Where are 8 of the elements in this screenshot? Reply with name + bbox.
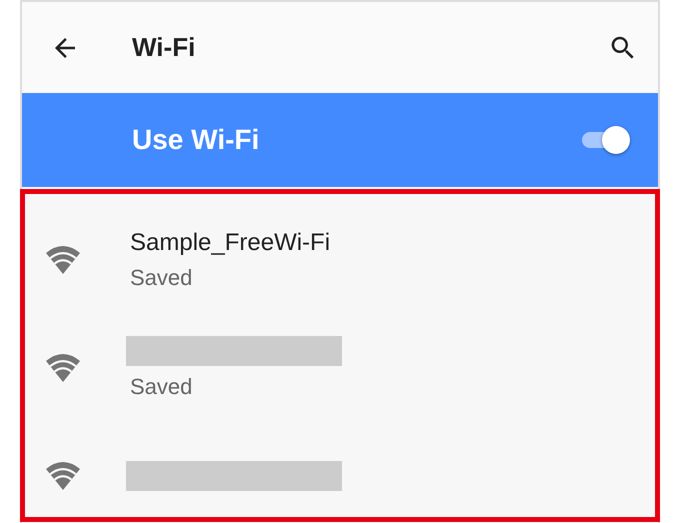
network-name[interactable]: Sample_FreeWi-Fi	[130, 229, 330, 257]
switch-label: Use Wi-Fi	[132, 124, 260, 156]
wifi-signal-icon	[46, 461, 80, 491]
network-status: Saved	[130, 374, 194, 400]
wifi-signal-icon	[46, 353, 80, 383]
wifi-signal-icon	[46, 245, 80, 275]
screen-title: Wi-Fi	[132, 32, 196, 63]
network-status: Saved	[130, 265, 194, 291]
